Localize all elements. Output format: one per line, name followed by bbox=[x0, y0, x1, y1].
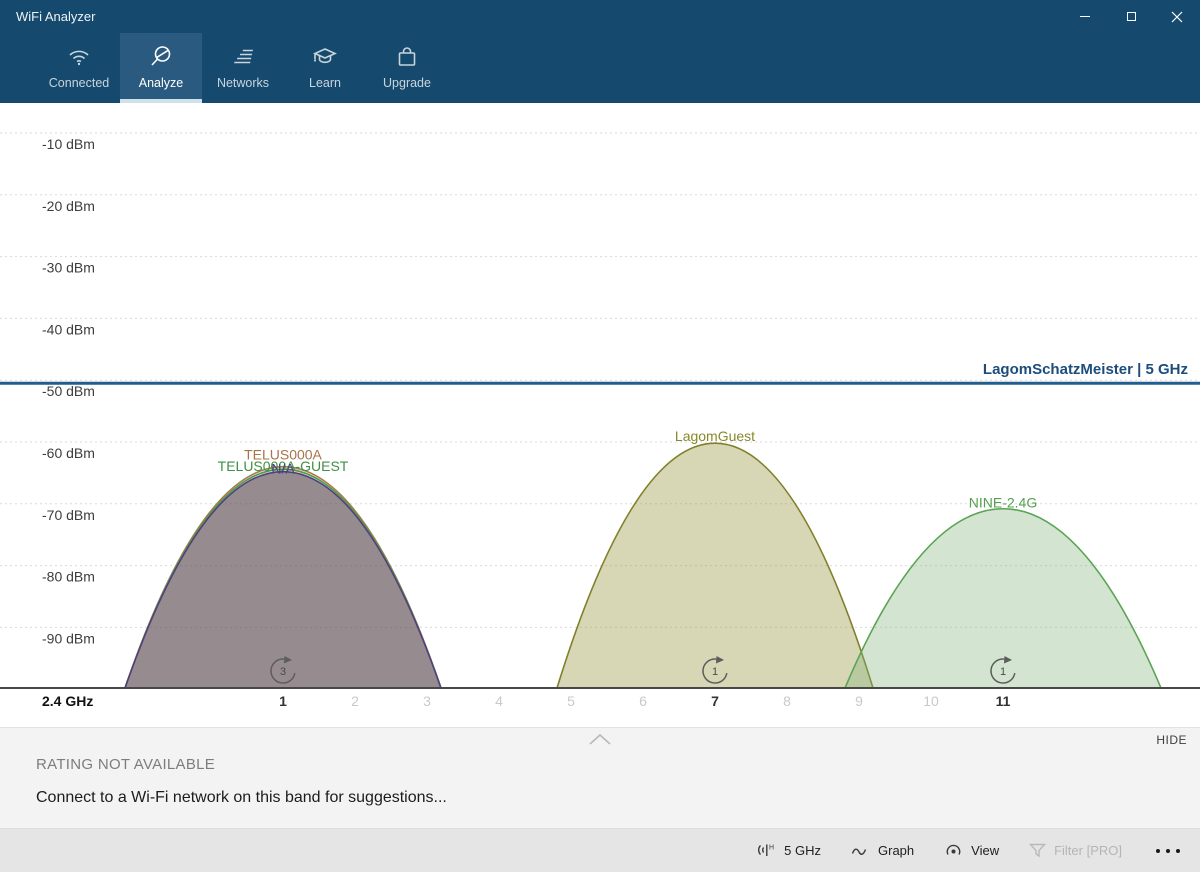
app-header: WiFi Analyzer bbox=[0, 0, 1200, 103]
y-axis-tick-label: -80 dBm bbox=[42, 569, 95, 585]
graduation-cap-icon bbox=[312, 42, 338, 72]
spectrum-chart: -10 dBm -20 dBm -30 dBm -40 dBm -50 dBm -60 d… bbox=[0, 103, 1200, 727]
frequency-icon: H bbox=[756, 842, 776, 859]
channel-label: 5 bbox=[567, 693, 575, 709]
wave-icon bbox=[851, 844, 870, 858]
titlebar: WiFi Analyzer bbox=[0, 0, 1200, 33]
collapse-panel-button[interactable] bbox=[586, 732, 614, 750]
tab-connected[interactable]: Connected bbox=[38, 33, 120, 103]
maximize-button[interactable] bbox=[1108, 0, 1154, 33]
y-axis-tick-label: -40 dBm bbox=[42, 321, 95, 337]
channel-label: 11 bbox=[996, 693, 1011, 709]
tab-label: Connected bbox=[49, 76, 109, 90]
filter-label: Filter [PRO] bbox=[1054, 843, 1122, 858]
shopping-bag-icon bbox=[394, 42, 420, 72]
signal-graph-canvas: -10 dBm -20 dBm -30 dBm -40 dBm -50 dBm -60 d… bbox=[0, 103, 1200, 727]
network-curve[interactable] bbox=[557, 443, 873, 688]
hide-panel-button[interactable]: HIDE bbox=[1156, 733, 1187, 747]
graph-mode-button[interactable]: Graph bbox=[851, 843, 914, 858]
network-ssid-label: LagomGuest bbox=[675, 428, 755, 444]
tab-upgrade[interactable]: Upgrade bbox=[366, 33, 448, 103]
view-label: View bbox=[971, 843, 999, 858]
wifi-analyzer-window: WiFi Analyzer bbox=[0, 0, 1200, 872]
channel-label: 1 bbox=[279, 693, 287, 709]
channel-label: 6 bbox=[639, 693, 647, 709]
status-bar: H 5 GHz Graph View Filter [PRO] bbox=[0, 828, 1200, 872]
view-button[interactable]: View bbox=[944, 843, 999, 858]
close-icon bbox=[1171, 11, 1183, 23]
close-button[interactable] bbox=[1154, 0, 1200, 33]
ellipsis-icon bbox=[1156, 849, 1160, 853]
y-axis-tick-label: -70 dBm bbox=[42, 507, 95, 523]
filter-icon bbox=[1029, 843, 1046, 858]
channel-label: 8 bbox=[783, 693, 791, 709]
connected-network-label: LagomSchatzMeister | 5 GHz bbox=[983, 361, 1188, 378]
network-ssid-label: NINE-2.4G bbox=[969, 495, 1037, 511]
wifi-icon bbox=[66, 42, 92, 72]
network-ssid-label: N/A bbox=[271, 461, 295, 477]
channel-label: 7 bbox=[711, 693, 719, 709]
graph-label: Graph bbox=[878, 843, 914, 858]
tab-label: Learn bbox=[309, 76, 341, 90]
minimize-icon bbox=[1080, 16, 1090, 17]
maximize-icon bbox=[1127, 12, 1136, 21]
channel-label: 9 bbox=[855, 693, 863, 709]
chevron-up-icon bbox=[587, 732, 613, 747]
badge-count: 3 bbox=[280, 666, 286, 678]
minimize-button[interactable] bbox=[1062, 0, 1108, 33]
band-label: 5 GHz bbox=[784, 843, 821, 858]
network-curve[interactable] bbox=[845, 509, 1161, 688]
band-axis-label: 2.4 GHz bbox=[42, 693, 93, 709]
channel-label: 4 bbox=[495, 693, 503, 709]
channel-label: 2 bbox=[351, 693, 359, 709]
tab-label: Analyze bbox=[139, 76, 183, 90]
window-controls bbox=[1062, 0, 1200, 33]
network-curve[interactable] bbox=[125, 472, 441, 688]
tab-analyze[interactable]: Analyze bbox=[120, 33, 202, 103]
channel-label: 10 bbox=[923, 693, 939, 709]
y-axis-tick-label: -50 dBm bbox=[42, 383, 95, 399]
rating-status: RATING NOT AVAILABLE bbox=[36, 756, 215, 773]
y-axis-tick-label: -10 dBm bbox=[42, 136, 95, 152]
tab-label: Upgrade bbox=[383, 76, 431, 90]
badge-count: 1 bbox=[1000, 666, 1006, 678]
analyze-icon bbox=[148, 42, 174, 72]
tab-networks[interactable]: Networks bbox=[202, 33, 284, 103]
filter-button[interactable]: Filter [PRO] bbox=[1029, 843, 1122, 858]
more-options-button[interactable] bbox=[1152, 843, 1184, 859]
eye-icon bbox=[944, 843, 963, 858]
tab-label: Networks bbox=[217, 76, 269, 90]
badge-count: 1 bbox=[712, 666, 718, 678]
suggestion-panel: HIDE RATING NOT AVAILABLE Connect to a W… bbox=[0, 727, 1200, 828]
main-nav: Connected Analyze bbox=[38, 33, 448, 103]
channel-label: 3 bbox=[423, 693, 431, 709]
rating-message: Connect to a Wi-Fi network on this band … bbox=[36, 789, 447, 807]
y-axis-tick-label: -90 dBm bbox=[42, 630, 95, 646]
band-selector[interactable]: H 5 GHz bbox=[756, 842, 821, 859]
networks-icon bbox=[230, 42, 256, 72]
tab-learn[interactable]: Learn bbox=[284, 33, 366, 103]
y-axis-tick-label: -20 dBm bbox=[42, 198, 95, 214]
y-axis-tick-label: -30 dBm bbox=[42, 260, 95, 276]
y-axis-tick-label: -60 dBm bbox=[42, 445, 95, 461]
svg-text:H: H bbox=[769, 845, 774, 852]
window-title: WiFi Analyzer bbox=[16, 9, 95, 24]
